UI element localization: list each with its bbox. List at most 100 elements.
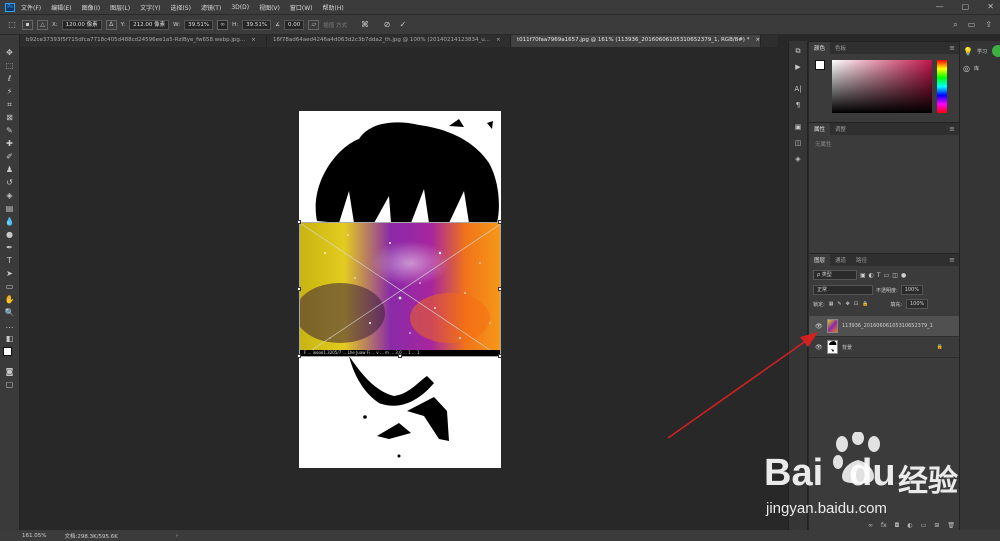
menu-type[interactable]: 文字(Y) (140, 3, 160, 12)
magic-wand-tool-icon[interactable]: ⚡ (4, 87, 16, 97)
link-layers-icon[interactable]: ∞ (868, 522, 873, 529)
menu-window[interactable]: 窗口(W) (290, 3, 313, 12)
panel-menu-icon[interactable]: ≡ (949, 256, 955, 264)
layer-row[interactable]: 👁 113936_20160606105310652379_1 (809, 316, 959, 337)
foreground-color-swatch[interactable] (2, 347, 12, 356)
menu-image[interactable]: 图像(I) (82, 3, 100, 12)
link-icon[interactable]: ∞ (217, 19, 229, 30)
shape-tool-icon[interactable]: ▭ (4, 282, 16, 292)
path-select-tool-icon[interactable]: ➤ (4, 269, 16, 279)
status-menu-icon[interactable]: › (176, 533, 178, 539)
brush-tool-icon[interactable]: ✐ (4, 152, 16, 162)
frame-tool-icon[interactable]: ⊠ (4, 113, 16, 123)
menu-help[interactable]: 帮助(H) (323, 3, 344, 12)
panel-menu-icon[interactable]: ≡ (949, 44, 955, 52)
workspace-icon[interactable]: ▭ (968, 20, 976, 30)
panel-menu-icon[interactable]: ≡ (949, 125, 955, 133)
interpolation-dropdown[interactable]: 插值 方式 (323, 21, 347, 29)
cancel-transform-icon[interactable]: ⊘ (381, 20, 393, 30)
marquee-tool-icon[interactable]: ⬚ (4, 61, 16, 71)
commit-transform-icon[interactable]: ✓ (397, 20, 409, 30)
menu-view[interactable]: 视图(V) (259, 3, 280, 12)
zoom-level[interactable]: 161.05% (22, 533, 46, 539)
handle-bm[interactable] (398, 354, 402, 358)
eraser-tool-icon[interactable]: ◈ (4, 191, 16, 201)
pen-tool-icon[interactable]: ✒ (4, 243, 16, 253)
actions-panel-icon[interactable]: ▶ (792, 62, 804, 72)
zoom-tool-icon[interactable]: 🔍 (4, 308, 16, 318)
tab-close-icon[interactable]: × (755, 37, 760, 45)
lock-all-icon[interactable]: 🔒 (862, 301, 868, 307)
tab-color[interactable]: 颜色 (809, 42, 831, 54)
filter-smart-icon[interactable]: ◫ (892, 272, 898, 279)
group-icon[interactable]: ▭ (921, 522, 927, 529)
minimize-icon[interactable]: — (936, 2, 944, 11)
fill-field[interactable]: 100% (905, 299, 929, 309)
x-field[interactable]: 120.00 像素 (61, 19, 102, 30)
w-field[interactable]: 39.51% (184, 19, 214, 30)
quick-mask-icon[interactable]: ◙ (4, 367, 16, 377)
adjustment-layer-icon[interactable]: ◐ (907, 522, 912, 529)
eyedropper-tool-icon[interactable]: ✎ (4, 126, 16, 136)
filter-adjust-icon[interactable]: ◐ (869, 272, 874, 279)
tab-paths[interactable]: 路径 (851, 254, 872, 266)
fg-swatch[interactable] (815, 60, 825, 70)
stamp-tool-icon[interactable]: ♟ (4, 165, 16, 175)
lock-artboard-icon[interactable]: ⊡ (854, 301, 858, 307)
library-item[interactable]: ◎ 库 (960, 62, 1000, 75)
handle-bl[interactable] (297, 354, 301, 358)
lock-pixels-icon[interactable]: ✎ (837, 301, 841, 307)
skew-icon[interactable]: ▱ (308, 19, 320, 30)
y-field[interactable]: 212.00 像素 (129, 19, 170, 30)
menu-select[interactable]: 选择(S) (170, 3, 191, 12)
filter-type-icon[interactable]: T (877, 272, 881, 279)
fx-icon[interactable]: fx (881, 522, 887, 529)
character-panel-icon[interactable]: A| (792, 84, 804, 94)
share-icon[interactable]: ⇪ (985, 20, 992, 30)
fg-bg-swatch[interactable] (815, 60, 831, 76)
handle-mr[interactable] (498, 287, 502, 291)
libraries-panel-icon[interactable]: ▣ (792, 122, 804, 132)
move-tool-icon[interactable]: ✥ (4, 48, 16, 58)
tab-properties[interactable]: 属性 (809, 123, 831, 135)
lock-transparent-icon[interactable]: ▦ (829, 301, 834, 307)
search-icon[interactable]: ⌕ (953, 20, 957, 30)
layer-name[interactable]: 113936_20160606105310652379_1 (842, 323, 933, 329)
tab-close-icon[interactable]: × (496, 37, 501, 45)
paragraph-panel-icon[interactable]: ¶ (792, 100, 804, 110)
blur-tool-icon[interactable]: 💧 (4, 217, 16, 227)
new-layer-icon[interactable]: ⊞ (934, 522, 939, 529)
adjustments-panel-icon[interactable]: ◫ (792, 138, 804, 148)
handle-tl[interactable] (297, 220, 301, 224)
color-picker-field[interactable] (832, 60, 932, 113)
healing-tool-icon[interactable]: ✚ (4, 139, 16, 149)
document-tab-2[interactable]: 16f78ad64aed4246a4d063d2c3b7dda2_th.jpg … (267, 35, 511, 47)
delete-layer-icon[interactable]: 🗑 (947, 522, 955, 529)
filter-pixel-icon[interactable]: ▣ (860, 272, 866, 279)
layer-name[interactable]: 背景 (842, 344, 852, 351)
tab-swatches[interactable]: 色板 (830, 42, 851, 54)
galaxy-layer[interactable]: F ... ixooo1.3205/7 ... Lhe Juaw Fi ... … (299, 222, 501, 357)
warp-icon[interactable]: ⌘ (359, 20, 371, 30)
blend-mode-dropdown[interactable]: 正常 (813, 285, 873, 295)
tab-channels[interactable]: 通道 (830, 254, 851, 266)
screen-mode-icon[interactable]: ▢ (4, 380, 16, 390)
history-brush-icon[interactable]: ↺ (4, 178, 16, 188)
hue-slider[interactable] (937, 60, 947, 113)
document-tab-3[interactable]: t011f70faa7969a1657.jpg @ 161% (113936_2… (511, 35, 761, 47)
handle-tr[interactable] (498, 220, 502, 224)
dodge-tool-icon[interactable]: ● (4, 230, 16, 240)
hand-tool-icon[interactable]: ✋ (4, 295, 16, 305)
opacity-field[interactable]: 100% (900, 285, 923, 295)
menu-filter[interactable]: 滤镜(T) (201, 3, 221, 12)
filter-toggle-icon[interactable]: ● (901, 272, 906, 279)
maximize-icon[interactable]: ▢ (962, 2, 970, 11)
lasso-tool-icon[interactable]: ℓ (4, 74, 16, 84)
handle-ml[interactable] (297, 287, 301, 291)
gradient-tool-icon[interactable]: ▤ (4, 204, 16, 214)
add-mask-icon[interactable]: ◘ (895, 522, 900, 529)
green-badge[interactable] (992, 45, 1000, 57)
h-field[interactable]: 39.51% (242, 19, 272, 30)
more-tools-icon[interactable]: … (4, 321, 16, 331)
delta-icon[interactable]: △ (37, 19, 48, 30)
